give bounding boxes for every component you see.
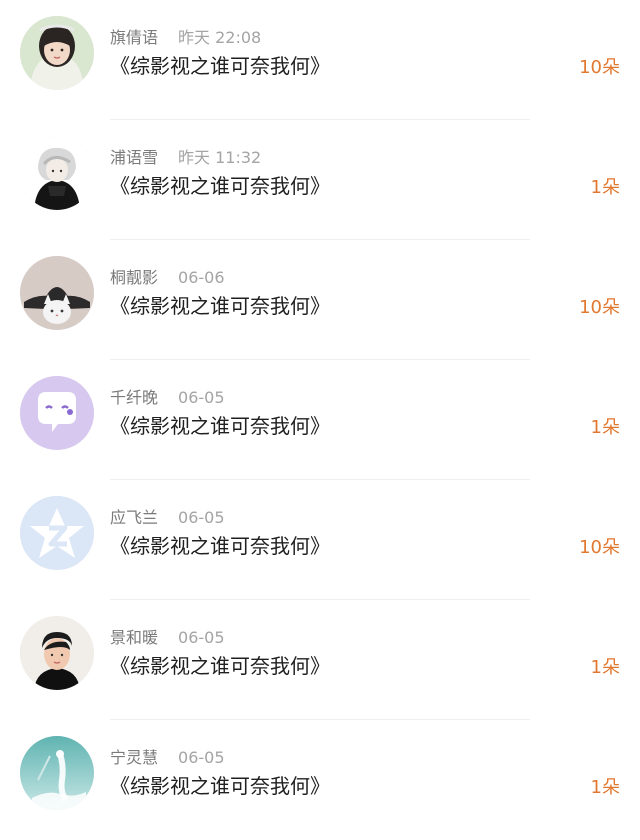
timestamp: 06-06 xyxy=(178,268,225,287)
gift-count: 1朵 xyxy=(590,777,620,798)
book-title[interactable]: 《综影视之谁可奈我何》 xyxy=(110,772,330,800)
person-photo-avatar[interactable] xyxy=(20,616,94,690)
gift-count: 10朵 xyxy=(579,297,620,318)
list-item[interactable]: 浦语雪 昨天 11:32 《综影视之谁可奈我何》 1朵 xyxy=(0,120,640,240)
blue-star-z-avatar[interactable] xyxy=(20,496,94,570)
list-item[interactable]: 宁灵慧 06-05 《综影视之谁可奈我何》 1朵 xyxy=(0,720,640,840)
item-meta: 桐靓影 06-06 xyxy=(110,268,225,288)
book-title[interactable]: 《综影视之谁可奈我何》 xyxy=(110,412,330,440)
book-title[interactable]: 《综影视之谁可奈我何》 xyxy=(110,292,330,320)
timestamp: 昨天 11:32 xyxy=(178,148,262,167)
gift-record-list: 旗倩语 昨天 22:08 《综影视之谁可奈我何》 10朵 浦语雪 昨天 11:32 … xyxy=(0,0,640,840)
list-item[interactable]: 景和暖 06-05 《综影视之谁可奈我何》 1朵 xyxy=(0,600,640,720)
user-name[interactable]: 浦语雪 xyxy=(110,148,158,167)
purple-chat-bubble-avatar[interactable] xyxy=(20,376,94,450)
list-item[interactable]: 旗倩语 昨天 22:08 《综影视之谁可奈我何》 10朵 xyxy=(0,0,640,120)
cat-with-hat-avatar[interactable] xyxy=(20,256,94,330)
list-item[interactable]: 应飞兰 06-05 《综影视之谁可奈我何》 10朵 xyxy=(0,480,640,600)
timestamp: 06-05 xyxy=(178,748,225,767)
book-title[interactable]: 《综影视之谁可奈我何》 xyxy=(110,172,330,200)
timestamp: 06-05 xyxy=(178,508,225,527)
user-name[interactable]: 旗倩语 xyxy=(110,28,158,47)
item-meta: 景和暖 06-05 xyxy=(110,628,225,648)
item-meta: 千纤晚 06-05 xyxy=(110,388,225,408)
gift-count: 10朵 xyxy=(579,537,620,558)
user-name[interactable]: 宁灵慧 xyxy=(110,748,158,767)
gift-count: 10朵 xyxy=(579,57,620,78)
anime-character-avatar[interactable] xyxy=(20,136,94,210)
teal-illustration-avatar[interactable] xyxy=(20,736,94,810)
timestamp: 06-05 xyxy=(178,628,225,647)
book-title[interactable]: 《综影视之谁可奈我何》 xyxy=(110,652,330,680)
user-name[interactable]: 应飞兰 xyxy=(110,508,158,527)
gift-count: 1朵 xyxy=(590,657,620,678)
item-meta: 浦语雪 昨天 11:32 xyxy=(110,148,261,168)
timestamp: 昨天 22:08 xyxy=(178,28,262,47)
list-item[interactable]: 千纤晚 06-05 《综影视之谁可奈我何》 1朵 xyxy=(0,360,640,480)
item-meta: 旗倩语 昨天 22:08 xyxy=(110,28,261,48)
gift-count: 1朵 xyxy=(590,417,620,438)
item-meta: 应飞兰 06-05 xyxy=(110,508,225,528)
gift-count: 1朵 xyxy=(590,177,620,198)
timestamp: 06-05 xyxy=(178,388,225,407)
book-title[interactable]: 《综影视之谁可奈我何》 xyxy=(110,52,330,80)
user-name[interactable]: 千纤晚 xyxy=(110,388,158,407)
user-name[interactable]: 景和暖 xyxy=(110,628,158,647)
user-name[interactable]: 桐靓影 xyxy=(110,268,158,287)
item-meta: 宁灵慧 06-05 xyxy=(110,748,225,768)
list-item[interactable]: 桐靓影 06-06 《综影视之谁可奈我何》 10朵 xyxy=(0,240,640,360)
girl-portrait-avatar[interactable] xyxy=(20,16,94,90)
book-title[interactable]: 《综影视之谁可奈我何》 xyxy=(110,532,330,560)
